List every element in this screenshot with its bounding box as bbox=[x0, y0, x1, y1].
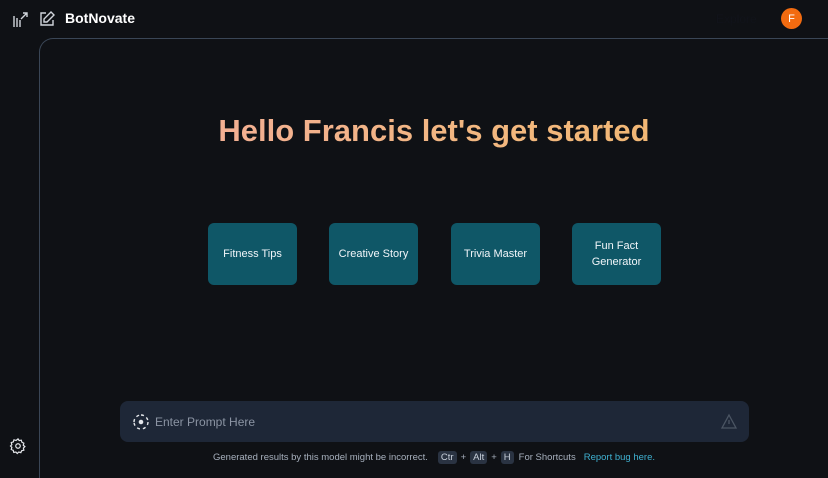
shortcut-key-ctrl: Ctr bbox=[437, 450, 457, 464]
shortcut-key-alt: Alt bbox=[470, 450, 488, 464]
footer-bar: Generated results by this model might be… bbox=[0, 449, 828, 465]
brand-name: BotNovate bbox=[65, 10, 136, 26]
disclaimer-text: Generated results by this model might be… bbox=[213, 451, 428, 463]
suggestion-card-trivia-master[interactable]: Trivia Master bbox=[451, 223, 540, 285]
avatar[interactable]: F bbox=[781, 8, 802, 29]
top-bar: BotNovate Explore F bbox=[0, 0, 828, 38]
plus-separator: + bbox=[491, 451, 497, 463]
plus-separator: + bbox=[460, 451, 467, 463]
faint-nav-text[interactable]: Explore bbox=[716, 12, 757, 26]
suggestion-card-fitness-tips[interactable]: Fitness Tips bbox=[208, 223, 297, 285]
prompt-input[interactable] bbox=[155, 401, 705, 442]
prompt-bar bbox=[120, 401, 749, 442]
suggestion-card-creative-story[interactable]: Creative Story bbox=[329, 223, 418, 285]
attach-icon[interactable] bbox=[131, 412, 151, 432]
shortcut-key-h: H bbox=[500, 450, 514, 464]
shortcut-label: For Shortcuts bbox=[518, 451, 576, 463]
report-bug-link[interactable]: Report bug here. bbox=[584, 452, 655, 463]
suggestion-card-fun-fact-generator[interactable]: Fun Fact Generator bbox=[572, 223, 661, 285]
sidebar-toggle-icon[interactable] bbox=[10, 10, 30, 30]
send-icon[interactable] bbox=[719, 412, 739, 432]
greeting-title: Hello Francis let's get started bbox=[0, 113, 828, 149]
new-chat-icon[interactable] bbox=[37, 9, 57, 29]
